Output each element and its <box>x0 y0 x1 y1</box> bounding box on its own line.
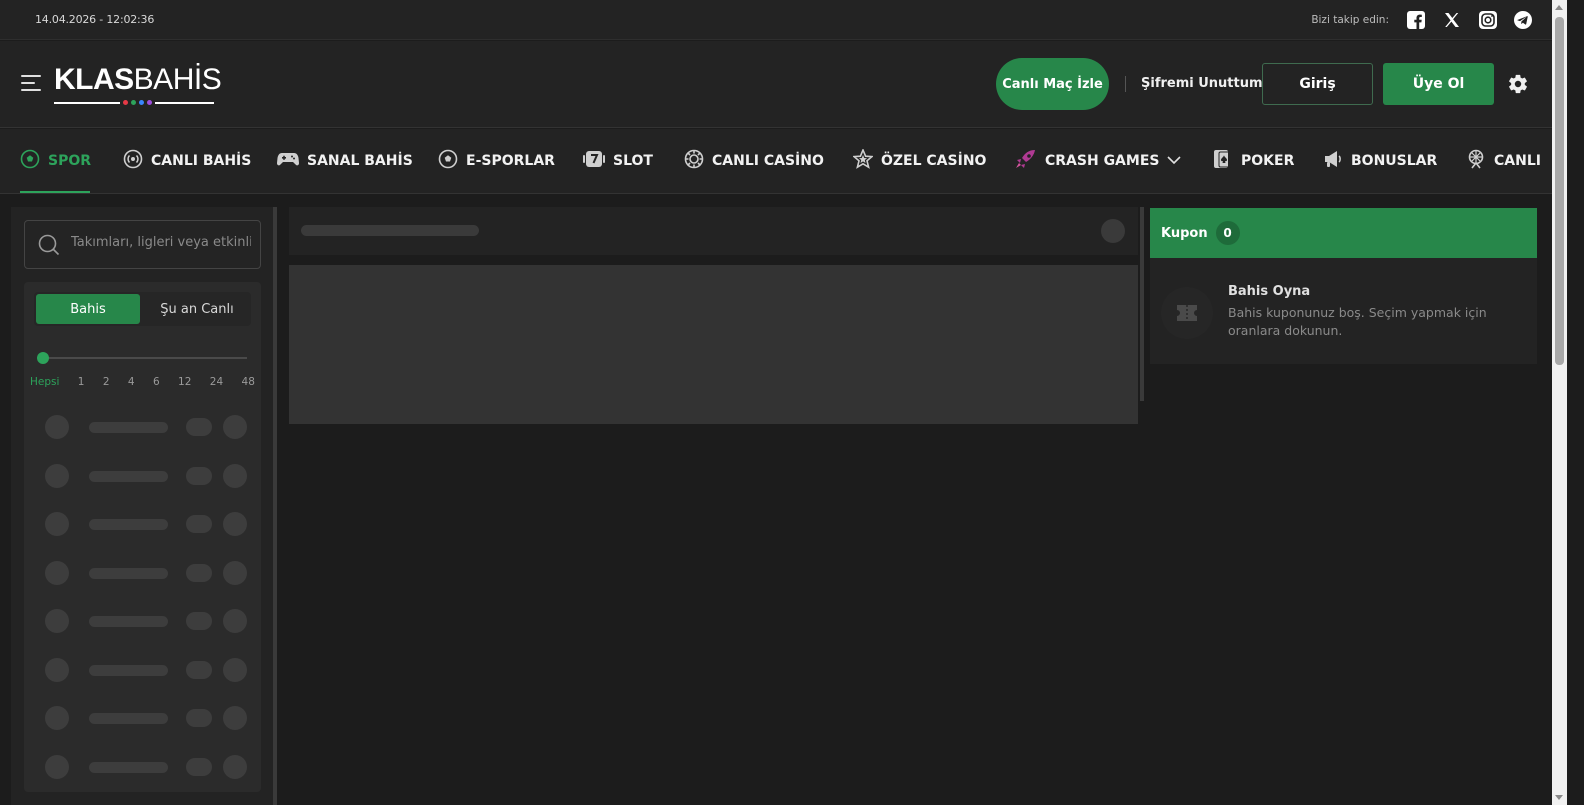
facebook-icon[interactable] <box>1406 10 1426 30</box>
time-filter-option[interactable]: 4 <box>128 376 135 388</box>
live-broadcast-icon <box>123 149 143 173</box>
coupon-header[interactable]: Kupon 0 <box>1150 208 1537 258</box>
ticket-icon <box>1161 287 1213 339</box>
nav-item-sanal-bahis[interactable]: SANAL BAHİS <box>276 129 413 193</box>
nav-item-canli-casino[interactable]: CANLI CASİNO <box>684 129 824 193</box>
bet-coupon-panel: Kupon 0 Bahis Oyna Bahis kuponunuz boş. … <box>1150 208 1537 364</box>
content-loading-skeleton <box>289 265 1138 424</box>
scroll-up-arrow[interactable] <box>1555 5 1563 10</box>
top-bar: 14.04.2026 - 12:02:36 Bizi takip edin: <box>0 0 1552 40</box>
sidebar-tabs: Bahis Şu an Canlı <box>34 292 251 326</box>
coupon-count-badge: 0 <box>1215 221 1240 245</box>
register-button[interactable]: Üye Ol <box>1383 63 1494 105</box>
gamepad-icon <box>276 150 300 172</box>
filter-panel: Bahis Şu an Canlı Hepsi 1 2 4 6 12 24 48 <box>24 282 261 792</box>
time-filter-slider[interactable] <box>42 357 247 359</box>
coupon-title: Kupon <box>1161 225 1208 241</box>
skeleton-row <box>24 754 261 779</box>
search-input[interactable] <box>71 235 251 250</box>
nav-item-e-sporlar[interactable]: E-SPORLAR <box>438 129 555 193</box>
time-filter-labels: Hepsi 1 2 4 6 12 24 48 <box>30 376 255 388</box>
nav-item-crash-games[interactable]: CRASH GAMES <box>1015 129 1182 193</box>
time-filter-option[interactable]: 2 <box>103 376 110 388</box>
esports-ball-icon <box>438 149 458 173</box>
follow-us-label: Bizi takip edin: <box>1311 14 1389 26</box>
megaphone-icon <box>1323 150 1343 172</box>
nav-item-canli-bahis[interactable]: CANLI BAHİS <box>123 129 251 193</box>
time-filter-option[interactable]: 48 <box>242 376 255 388</box>
gear-icon[interactable] <box>1507 73 1529 95</box>
sidebar-scrollbar[interactable] <box>273 207 277 805</box>
skeleton-circle <box>1101 219 1125 243</box>
telegram-icon[interactable] <box>1513 10 1533 30</box>
skeleton-row <box>24 463 261 488</box>
site-header: KLASBAHİS Canlı Maç İzle Şifremi Unuttum… <box>0 41 1552 128</box>
coupon-empty-title: Bahis Oyna <box>1228 284 1311 299</box>
time-filter-option[interactable]: 24 <box>210 376 223 388</box>
time-filter-slider-thumb[interactable] <box>37 352 49 364</box>
nav-item-canli[interactable]: CANLI <box>1466 129 1541 193</box>
tab-su-an-canli[interactable]: Şu an Canlı <box>145 294 249 324</box>
skeleton-row <box>24 512 261 536</box>
main-content <box>289 207 1138 805</box>
forgot-password-link[interactable]: Şifremi Unuttum <box>1141 76 1263 91</box>
divider <box>1125 76 1126 92</box>
time-filter-option[interactable]: 12 <box>178 376 191 388</box>
casino-chip-icon <box>684 149 704 173</box>
chevron-down-icon <box>1167 153 1182 169</box>
skeleton-row <box>24 560 261 585</box>
nav-item-poker[interactable]: POKER <box>1213 129 1294 193</box>
nav-item-ozel-casino[interactable]: ÖZEL CASİNO <box>851 129 986 193</box>
page-scrollbar[interactable] <box>1552 0 1567 805</box>
soccer-ball-icon <box>20 149 40 173</box>
login-button[interactable]: Giriş <box>1262 63 1373 105</box>
content-scrollbar[interactable] <box>1140 207 1144 401</box>
live-match-watch-button[interactable]: Canlı Maç İzle <box>996 58 1109 110</box>
nav-item-bonuslar[interactable]: BONUSLAR <box>1323 129 1437 193</box>
site-logo[interactable]: KLASBAHİS <box>54 64 222 108</box>
menu-icon[interactable] <box>21 75 41 93</box>
nav-item-slot[interactable]: SLOT <box>583 129 653 193</box>
skeleton-row <box>24 657 261 682</box>
search-box[interactable] <box>24 220 261 269</box>
scroll-down-arrow[interactable] <box>1555 795 1563 800</box>
star-icon <box>851 147 875 173</box>
rocket-icon <box>1015 149 1037 173</box>
skeleton-row <box>24 706 261 730</box>
current-datetime: 14.04.2026 - 12:02:36 <box>35 13 155 26</box>
playing-card-icon <box>1213 149 1233 173</box>
skeleton-title-bar <box>301 225 479 236</box>
skeleton-row <box>24 609 261 633</box>
nav-item-spor[interactable]: SPOR <box>20 129 91 193</box>
time-filter-option[interactable]: Hepsi <box>30 376 59 388</box>
main-navigation: SPOR CANLI BAHİS SANAL BAHİS E-SPORLAR S… <box>0 129 1552 194</box>
instagram-icon[interactable] <box>1478 10 1498 30</box>
scrollbar-thumb[interactable] <box>1555 17 1564 365</box>
ferris-wheel-icon <box>1466 149 1486 173</box>
slot-seven-icon <box>583 150 605 172</box>
content-header-skeleton <box>289 207 1138 255</box>
time-filter-option[interactable]: 6 <box>153 376 160 388</box>
time-filter-option[interactable]: 1 <box>78 376 85 388</box>
left-sidebar: Bahis Şu an Canlı Hepsi 1 2 4 6 12 24 48 <box>11 207 273 805</box>
tab-bahis[interactable]: Bahis <box>36 294 140 324</box>
coupon-empty-text: Bahis kuponunuz boş. Seçim yapmak için o… <box>1228 305 1487 338</box>
skeleton-row <box>24 415 261 439</box>
x-icon[interactable] <box>1442 10 1462 30</box>
